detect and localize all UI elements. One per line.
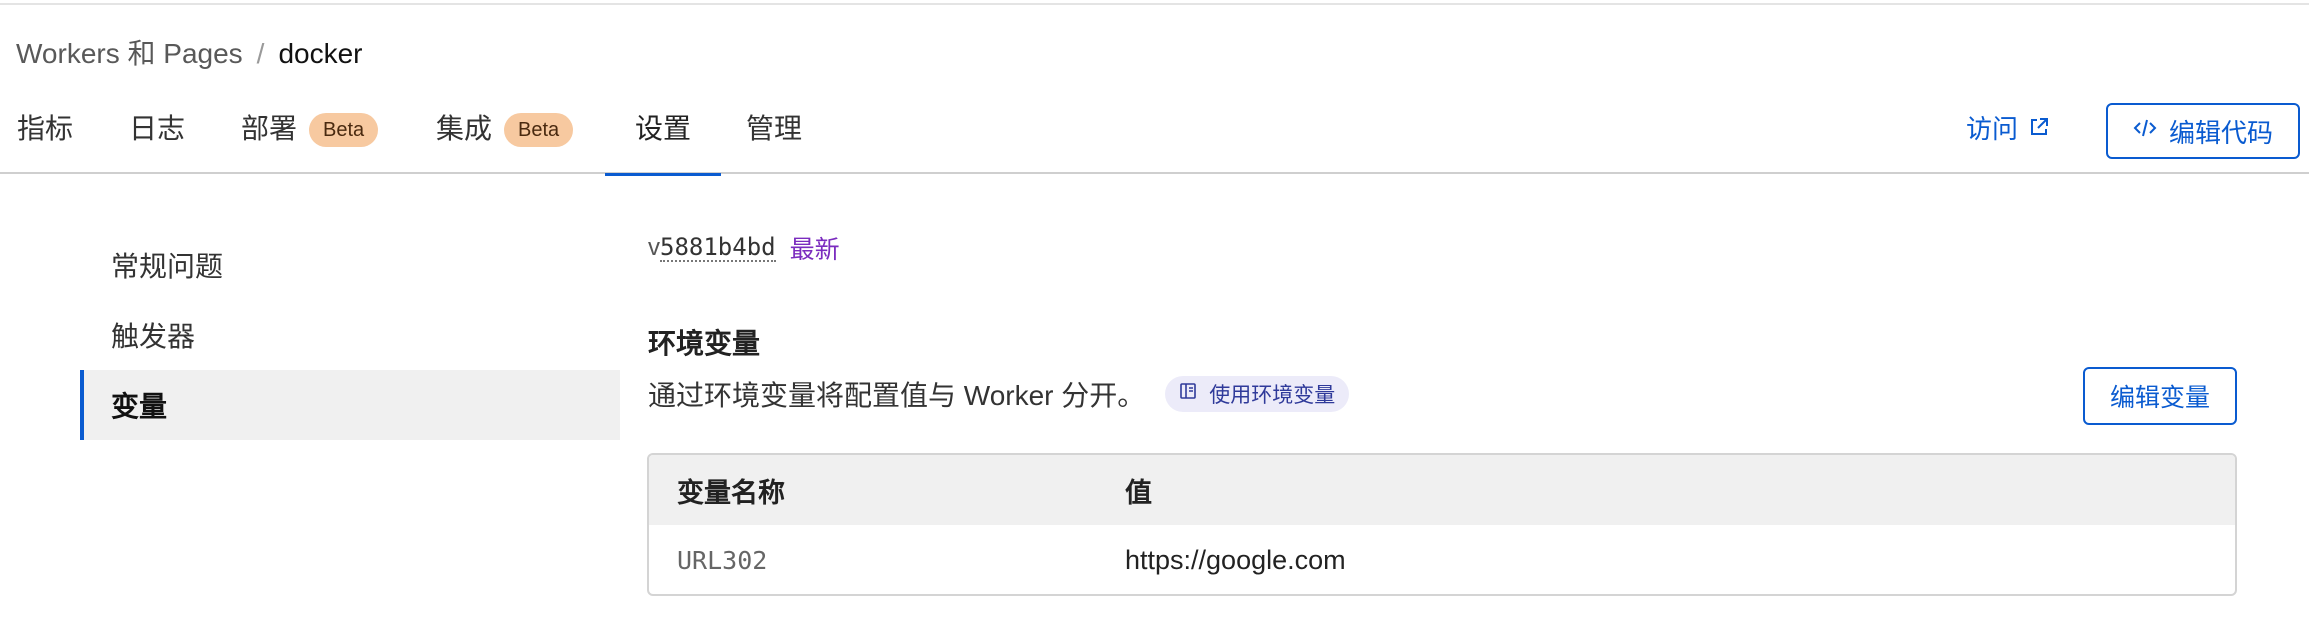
beta-badge: Beta bbox=[309, 113, 379, 147]
settings-sidebar: 常规问题 触发器 变量 bbox=[80, 230, 620, 440]
version-info: v 5881b4bd 最新 bbox=[648, 230, 840, 266]
tab-logs[interactable]: 日志 bbox=[129, 104, 185, 174]
tab-label: 管理 bbox=[746, 113, 803, 144]
code-icon bbox=[2133, 116, 2157, 147]
table-row: URL302 https://google.com bbox=[649, 525, 2235, 594]
book-icon bbox=[1179, 382, 1197, 406]
beta-badge: Beta bbox=[504, 113, 574, 147]
external-link-icon bbox=[2028, 112, 2050, 146]
sidebar-item-variables[interactable]: 变量 bbox=[80, 370, 620, 440]
top-divider bbox=[0, 3, 2309, 5]
sidebar-item-label: 触发器 bbox=[111, 321, 196, 352]
visit-label: 访问 bbox=[1966, 114, 2019, 144]
doc-link-label: 使用环境变量 bbox=[1209, 384, 1336, 407]
breadcrumb-current: docker bbox=[278, 38, 363, 69]
version-hash[interactable]: 5881b4bd bbox=[660, 234, 776, 262]
description-text: 通过环境变量将配置值与 Worker 分开。 bbox=[648, 380, 1146, 411]
breadcrumb: Workers 和 Pages / docker bbox=[16, 34, 363, 74]
sidebar-item-label: 变量 bbox=[111, 391, 168, 422]
edit-variables-button[interactable]: 编辑变量 bbox=[2083, 367, 2237, 425]
tab-bar: 指标 日志 部署 Beta 集成 Beta 设置 管理 bbox=[0, 104, 2309, 176]
table-header: 变量名称 值 bbox=[649, 455, 2235, 525]
tab-label: 部署 bbox=[241, 113, 298, 144]
tab-deployments[interactable]: 部署 Beta bbox=[241, 104, 379, 174]
breadcrumb-separator: / bbox=[256, 38, 265, 69]
edit-code-label: 编辑代码 bbox=[2168, 117, 2273, 148]
column-header-name: 变量名称 bbox=[677, 477, 785, 508]
visit-link[interactable]: 访问 bbox=[1966, 112, 2050, 146]
env-vars-doc-link[interactable]: 使用环境变量 bbox=[1165, 376, 1350, 412]
sidebar-item-label: 常规问题 bbox=[111, 251, 224, 282]
tab-label: 日志 bbox=[129, 113, 186, 144]
variables-table: 变量名称 值 URL302 https://google.com bbox=[647, 453, 2237, 596]
version-prefix: v bbox=[648, 234, 660, 261]
section-title: 环境变量 bbox=[648, 328, 761, 359]
tab-manage[interactable]: 管理 bbox=[746, 104, 802, 174]
tab-label: 指标 bbox=[17, 113, 74, 144]
sidebar-item-general[interactable]: 常规问题 bbox=[80, 230, 620, 300]
tab-integrations[interactable]: 集成 Beta bbox=[436, 104, 574, 174]
tab-settings[interactable]: 设置 bbox=[604, 104, 722, 176]
edit-variables-label: 编辑变量 bbox=[2109, 384, 2210, 412]
variable-value-cell: https://google.com bbox=[1125, 545, 1346, 575]
column-header-value: 值 bbox=[1125, 477, 1152, 508]
sidebar-item-triggers[interactable]: 触发器 bbox=[80, 300, 620, 370]
edit-code-button[interactable]: 编辑代码 bbox=[2106, 103, 2300, 159]
tab-metrics[interactable]: 指标 bbox=[17, 104, 73, 174]
tab-label: 集成 bbox=[436, 113, 493, 144]
latest-tag: 最新 bbox=[789, 236, 840, 264]
tab-label: 设置 bbox=[635, 113, 692, 144]
section-description: 通过环境变量将配置值与 Worker 分开。 使用环境变量 bbox=[648, 374, 1350, 414]
breadcrumb-parent-link[interactable]: Workers 和 Pages bbox=[16, 34, 243, 74]
variable-name-cell: URL302 bbox=[677, 546, 768, 575]
